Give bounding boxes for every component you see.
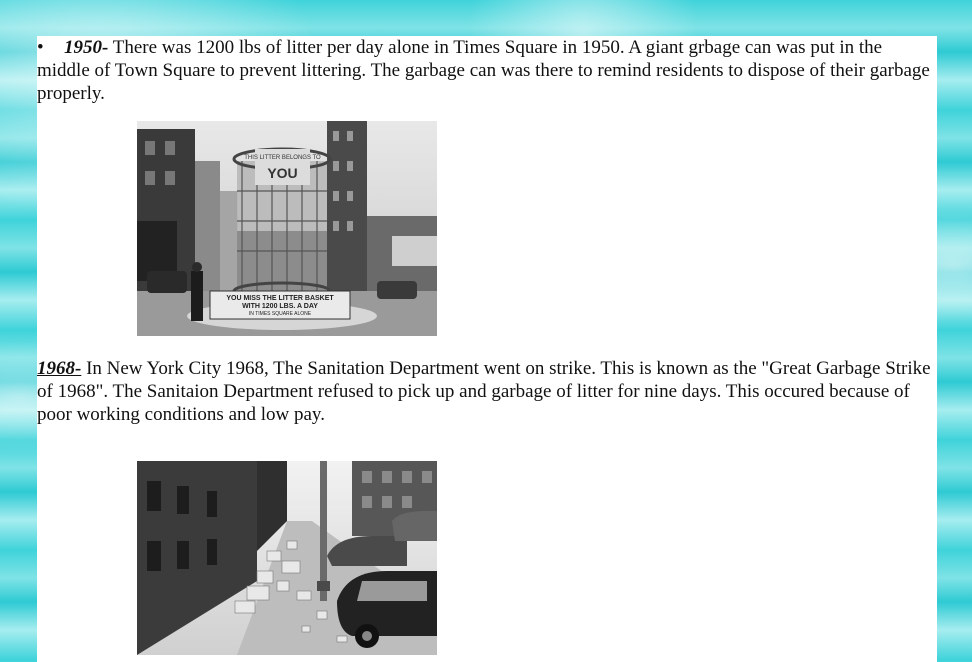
entry-1968: 1968- In New York City 1968, The Sanitat… xyxy=(37,357,933,426)
banner-line-2: WITH 1200 LBS. A DAY xyxy=(242,303,318,310)
banner-line-1: YOU MISS THE LITTER BASKET xyxy=(226,295,334,302)
banner-line-3: IN TIMES SQUARE ALONE xyxy=(249,311,312,317)
entry-1950: • 1950- There was 1200 lbs of litter per … xyxy=(37,36,933,105)
garbage-strike-street-photo xyxy=(137,461,437,655)
entry-text: In New York City 1968, The Sanitation De… xyxy=(37,358,931,425)
sign-top-text: THIS LITTER BELONGS TO xyxy=(244,155,321,161)
bullet: • xyxy=(37,37,44,58)
content-panel: • 1950- There was 1200 lbs of litter per … xyxy=(37,36,937,662)
year-label: 1950- xyxy=(64,37,109,58)
times-square-litter-basket-photo: THIS LITTER BELONGS TO YOU YOU MISS THE … xyxy=(137,121,437,336)
entry-text: There was 1200 lbs of litter per day alo… xyxy=(37,37,930,104)
year-label: 1968- xyxy=(37,358,82,379)
sign-you-text: YOU xyxy=(267,165,297,181)
